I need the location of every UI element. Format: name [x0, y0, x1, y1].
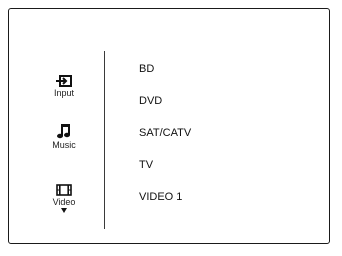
menu-screen: Input Music Video BD DVD SAT/CATV TV VID…: [8, 8, 330, 244]
category-input-label: Input: [53, 88, 75, 98]
category-input[interactable]: Input: [47, 75, 81, 98]
category-video-label: Video: [52, 197, 76, 207]
list-item-bd[interactable]: BD: [139, 62, 191, 94]
input-source-list: BD DVD SAT/CATV TV VIDEO 1: [139, 62, 191, 222]
list-item-sat-catv[interactable]: SAT/CATV: [139, 126, 191, 158]
category-music-label: Music: [52, 140, 76, 150]
list-item-video-1[interactable]: VIDEO 1: [139, 190, 191, 222]
category-music[interactable]: Music: [47, 123, 81, 150]
list-item-dvd[interactable]: DVD: [139, 94, 191, 126]
input-icon: [56, 75, 72, 87]
music-note-icon: [57, 124, 70, 139]
category-video[interactable]: Video: [47, 184, 81, 213]
list-item-tv[interactable]: TV: [139, 158, 191, 190]
chevron-down-icon[interactable]: [61, 208, 67, 213]
film-icon: [56, 184, 72, 196]
divider: [104, 51, 105, 229]
